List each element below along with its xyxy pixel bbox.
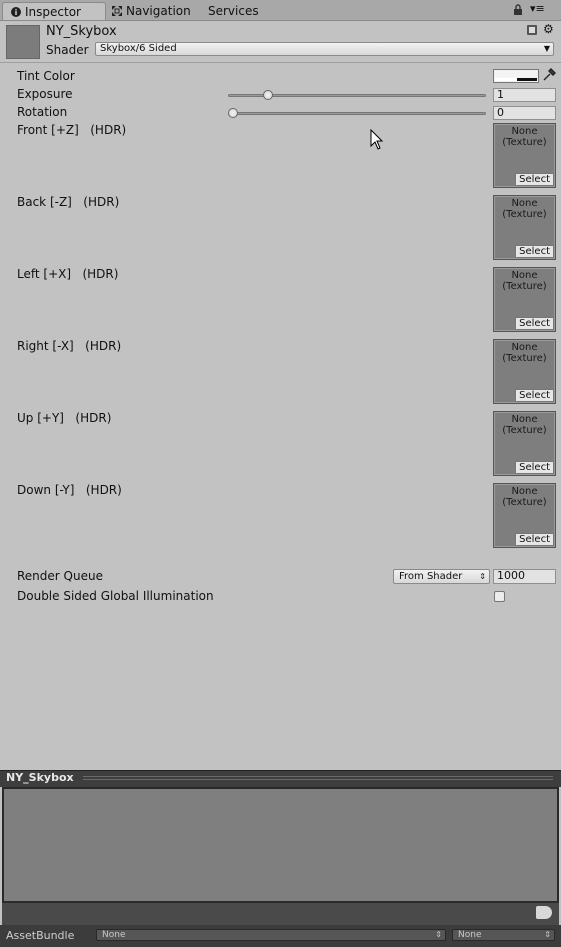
dropdown-arrow-icon: ⇕	[435, 930, 442, 939]
texture-type-text: (Texture)	[502, 209, 547, 220]
material-preview-thumbnail	[6, 25, 40, 59]
lock-icon[interactable]	[512, 4, 524, 16]
tint-color-field[interactable]	[493, 69, 539, 83]
up-texture-label: Up [+Y] (HDR)	[17, 411, 112, 425]
texture-type-text: (Texture)	[502, 353, 547, 364]
front-texture-label: Front [+Z] (HDR)	[17, 123, 127, 137]
down-texture-select-button[interactable]: Select	[515, 533, 554, 546]
label-tag-icon[interactable]	[536, 906, 552, 919]
asset-bundle-name-dropdown[interactable]: None ⇕	[96, 929, 446, 941]
tab-bar: Inspector Navigation Services ▾≡	[0, 0, 561, 21]
down-texture-label: Down [-Y] (HDR)	[17, 483, 122, 497]
texture-type-text: (Texture)	[502, 425, 547, 436]
exposure-label: Exposure	[17, 87, 73, 101]
asset-bundle-label: AssetBundle	[6, 929, 75, 942]
up-texture-slot[interactable]: None (Texture) Select	[493, 411, 556, 476]
texture-none-text: None	[511, 486, 538, 497]
back-texture-label: Back [-Z] (HDR)	[17, 195, 120, 209]
front-texture-slot[interactable]: None (Texture) Select	[493, 123, 556, 188]
exposure-value-field[interactable]: 1	[493, 88, 556, 102]
dropdown-arrow-icon: ⇕	[544, 930, 551, 939]
render-queue-dropdown[interactable]: From Shader ⇕	[393, 569, 490, 584]
right-texture-label: Right [-X] (HDR)	[17, 339, 122, 353]
asset-bundle-variant-value: None	[458, 930, 482, 940]
preview-title: NY_Skybox	[6, 771, 74, 784]
texture-type-text: (Texture)	[502, 137, 547, 148]
tab-inspector-label: Inspector	[25, 5, 81, 19]
tint-color-label: Tint Color	[17, 69, 75, 83]
texture-none-text: None	[511, 126, 538, 137]
left-texture-select-button[interactable]: Select	[515, 317, 554, 330]
texture-none-text: None	[511, 270, 538, 281]
down-texture-slot[interactable]: None (Texture) Select	[493, 483, 556, 548]
tab-inspector[interactable]: Inspector	[2, 2, 106, 20]
preview-drag-handle[interactable]	[83, 776, 553, 782]
right-texture-select-button[interactable]: Select	[515, 389, 554, 402]
eyedropper-icon[interactable]	[542, 68, 556, 82]
material-header: NY_Skybox Shader Skybox/6 Sided ▼ ⚙	[0, 20, 561, 63]
rotation-slider-thumb[interactable]	[228, 108, 238, 118]
shader-dropdown[interactable]: Skybox/6 Sided ▼	[95, 42, 554, 56]
front-texture-select-button[interactable]: Select	[515, 173, 554, 186]
dropdown-arrow-icon: ▼	[543, 44, 550, 53]
gear-icon[interactable]: ⚙	[543, 22, 554, 36]
help-book-icon[interactable]	[526, 24, 538, 36]
shader-label: Shader	[46, 43, 89, 57]
mouse-cursor-icon	[370, 129, 384, 150]
material-name: NY_Skybox	[46, 24, 117, 39]
tab-services-label: Services	[208, 4, 259, 18]
double-sided-gi-label: Double Sided Global Illumination	[17, 589, 214, 603]
exposure-slider-thumb[interactable]	[262, 90, 273, 100]
render-queue-mode: From Shader	[399, 571, 463, 582]
tab-menu-icon[interactable]: ▾≡	[530, 2, 545, 15]
texture-type-text: (Texture)	[502, 497, 547, 508]
tab-navigation[interactable]: Navigation	[104, 2, 199, 20]
rotation-label: Rotation	[17, 105, 68, 119]
back-texture-slot[interactable]: None (Texture) Select	[493, 195, 556, 260]
dropdown-arrow-icon: ⇕	[479, 572, 486, 581]
texture-type-text: (Texture)	[502, 281, 547, 292]
asset-bundle-name-value: None	[102, 930, 126, 940]
render-queue-value-field[interactable]: 1000	[493, 569, 556, 584]
asset-bundle-variant-dropdown[interactable]: None ⇕	[452, 929, 555, 941]
texture-none-text: None	[511, 342, 538, 353]
texture-none-text: None	[511, 414, 538, 425]
left-texture-label: Left [+X] (HDR)	[17, 267, 119, 281]
rotation-value-field[interactable]: 0	[493, 106, 556, 120]
texture-none-text: None	[511, 198, 538, 209]
material-preview-area[interactable]	[2, 787, 559, 903]
render-queue-label: Render Queue	[17, 569, 103, 583]
right-texture-slot[interactable]: None (Texture) Select	[493, 339, 556, 404]
tab-navigation-label: Navigation	[126, 4, 191, 18]
preview-label-strip	[2, 903, 559, 925]
tab-services[interactable]: Services	[200, 2, 267, 20]
back-texture-select-button[interactable]: Select	[515, 245, 554, 258]
double-sided-gi-checkbox[interactable]	[494, 591, 505, 602]
info-icon	[11, 7, 21, 17]
left-texture-slot[interactable]: None (Texture) Select	[493, 267, 556, 332]
navigation-icon	[112, 6, 122, 16]
rotation-slider-track[interactable]	[228, 112, 486, 115]
up-texture-select-button[interactable]: Select	[515, 461, 554, 474]
shader-dropdown-value: Skybox/6 Sided	[100, 43, 177, 54]
